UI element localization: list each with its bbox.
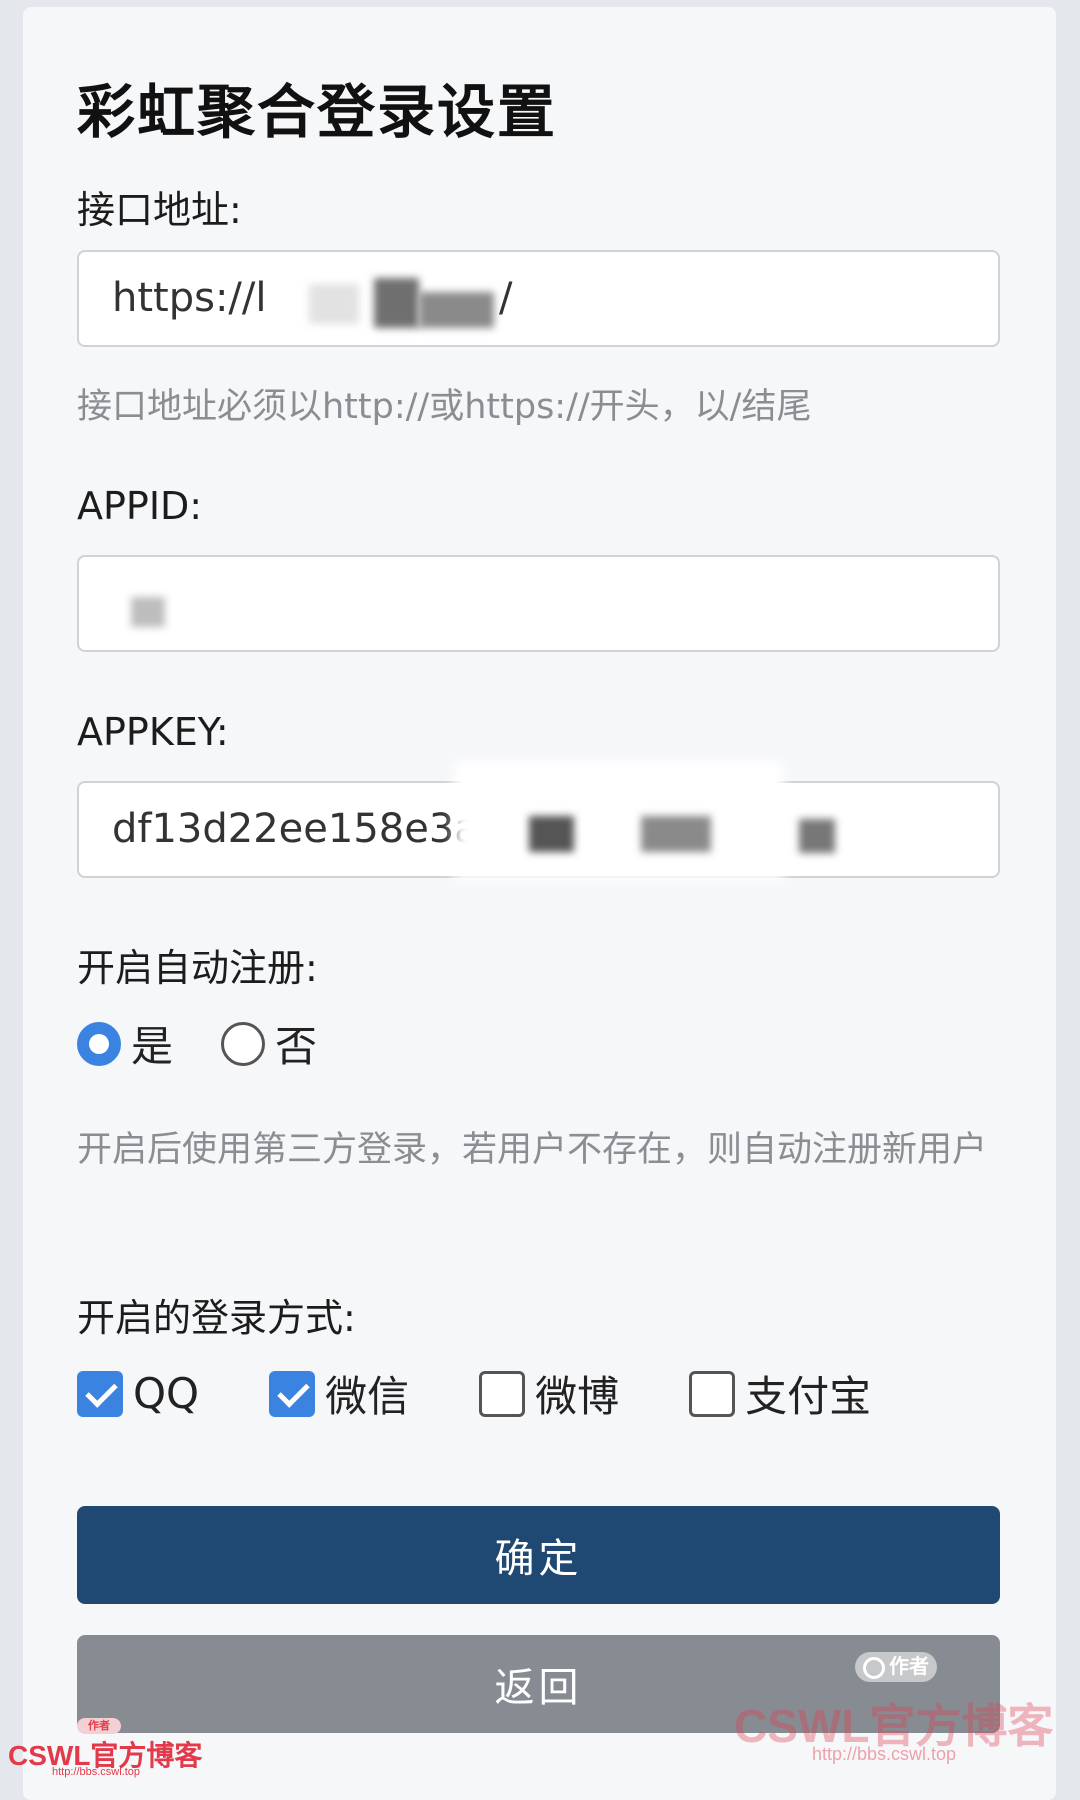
author-tag-icon (863, 1656, 885, 1679)
appkey-label: APPKEY: (77, 710, 229, 754)
checkbox-alipay[interactable] (689, 1370, 736, 1417)
appid-label: APPID: (77, 484, 203, 528)
appid-input[interactable] (77, 555, 1000, 652)
redaction-blur (529, 816, 574, 852)
checkbox-option-alipay[interactable]: 支付宝 (689, 1363, 871, 1424)
redaction-blur (374, 278, 419, 328)
redaction-blur (419, 292, 494, 328)
radio-no-control[interactable] (221, 1021, 266, 1066)
author-tag-text: 作者 (889, 1656, 929, 1678)
checkbox-option-weibo[interactable]: 微博 (479, 1363, 619, 1424)
auto-register-options: 是 否 (77, 1013, 317, 1074)
api-address-help: 接口地址必须以http://或https://开头，以/结尾 (77, 387, 812, 427)
checkbox-option-qq[interactable]: QQ (77, 1369, 199, 1418)
checkbox-option-wechat[interactable]: 微信 (269, 1363, 409, 1424)
checkbox-weibo[interactable] (479, 1370, 526, 1417)
auto-register-help: 开启后使用第三方登录，若用户不存在，则自动注册新用户 (77, 1130, 988, 1170)
checkbox-alipay-label: 支付宝 (745, 1372, 872, 1421)
login-methods-label: 开启的登录方式: (77, 1296, 356, 1340)
page-title: 彩虹聚合登录设置 (77, 78, 558, 146)
radio-no-label: 否 (275, 1022, 318, 1071)
redaction-blur (309, 284, 359, 324)
redaction-blur (131, 597, 165, 627)
url-watermark-small: http://bbs.cswl.top (52, 1766, 141, 1778)
redaction-blur (454, 761, 784, 881)
radio-option-no[interactable]: 否 (221, 1013, 317, 1074)
checkbox-weibo-label: 微博 (535, 1372, 620, 1421)
radio-yes-control[interactable] (77, 1021, 121, 1066)
api-address-label: 接口地址: (77, 188, 242, 232)
url-watermark-large: http://bbs.cswl.top (812, 1744, 957, 1764)
api-address-value: https://l (112, 275, 267, 321)
api-address-tail: / (499, 275, 513, 321)
login-methods-options: QQ 微信 微博 支付宝 (77, 1363, 871, 1424)
author-tag-small: 作者 (77, 1718, 121, 1734)
checkbox-qq[interactable] (77, 1370, 123, 1417)
radio-option-yes[interactable]: 是 (77, 1013, 173, 1074)
radio-yes-label: 是 (131, 1022, 174, 1071)
appkey-input[interactable]: df13d22ee158e3a493ef (77, 761, 1000, 881)
checkbox-wechat-label: 微信 (325, 1372, 410, 1421)
auto-register-label: 开启自动注册: (77, 946, 318, 990)
checkbox-qq-label: QQ (133, 1369, 200, 1418)
author-tag-watermark: 作者 (855, 1652, 937, 1682)
checkbox-wechat[interactable] (269, 1370, 316, 1417)
settings-card: 彩虹聚合登录设置 接口地址: https://l / 接口地址必须以http:/… (23, 7, 1056, 1800)
redaction-blur (799, 819, 835, 853)
confirm-button[interactable]: 确定 (77, 1506, 1000, 1604)
redaction-blur (641, 816, 711, 852)
api-address-input[interactable]: https://l / (77, 250, 1000, 347)
